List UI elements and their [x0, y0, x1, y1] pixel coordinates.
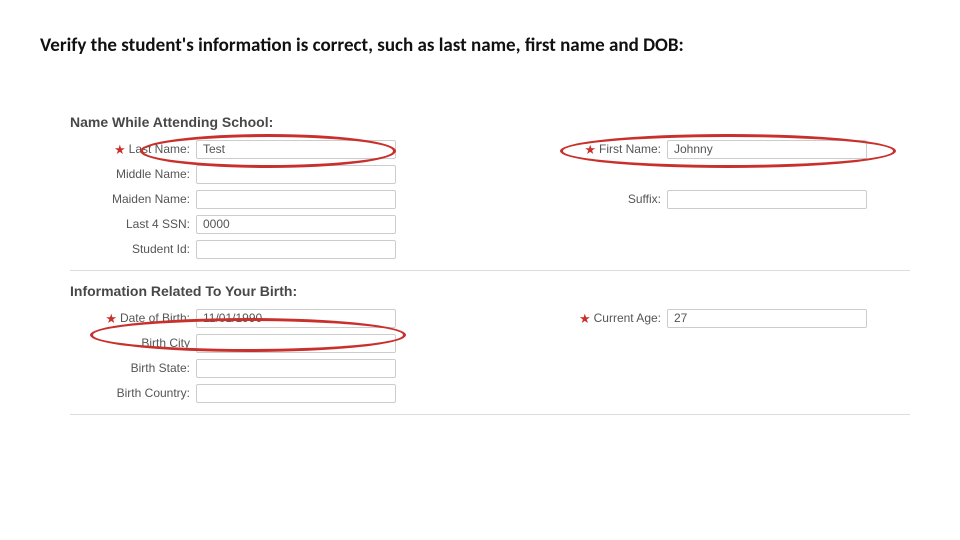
section-heading-name: Name While Attending School: — [70, 114, 910, 130]
first-name-label-text: First Name: — [599, 142, 661, 156]
suffix-input[interactable] — [667, 190, 867, 209]
birth-city-input[interactable] — [196, 334, 396, 353]
instruction-text: Verify the student's information is corr… — [40, 34, 684, 57]
birth-country-label: Birth Country: — [70, 386, 196, 400]
last-name-input[interactable] — [196, 140, 396, 159]
ssn-label: Last 4 SSN: — [70, 217, 196, 231]
row-ssn: Last 4 SSN: — [70, 213, 910, 235]
required-star-icon: ★ — [105, 311, 117, 326]
student-id-input[interactable] — [196, 240, 396, 259]
maiden-name-input[interactable] — [196, 190, 396, 209]
row-birth-state: Birth State: — [70, 357, 910, 379]
last-name-label-text: Last Name: — [129, 142, 190, 156]
dob-input[interactable] — [196, 309, 396, 328]
ssn-input[interactable] — [196, 215, 396, 234]
row-birth-country: Birth Country: — [70, 382, 910, 404]
suffix-label: Suffix: — [561, 192, 667, 206]
section-divider — [70, 414, 910, 415]
maiden-name-label: Maiden Name: — [70, 192, 196, 206]
row-birth-city: Birth City — [70, 332, 910, 354]
student-id-label: Student Id: — [70, 242, 196, 256]
birth-country-input[interactable] — [196, 384, 396, 403]
current-age-input[interactable] — [667, 309, 867, 328]
row-last-first: ★Last Name: ★First Name: — [70, 138, 910, 160]
row-maiden-suffix: Maiden Name: Suffix: — [70, 188, 910, 210]
middle-name-label: Middle Name: — [70, 167, 196, 181]
required-star-icon: ★ — [114, 142, 126, 157]
dob-label-text: Date of Birth: — [120, 311, 190, 325]
row-dob-age: ★Date of Birth: ★Current Age: — [70, 307, 910, 329]
section-heading-birth: Information Related To Your Birth: — [70, 283, 910, 299]
required-star-icon: ★ — [579, 311, 591, 326]
current-age-label-text: Current Age: — [594, 311, 661, 325]
last-name-label: ★Last Name: — [70, 141, 196, 157]
section-divider — [70, 270, 910, 271]
row-student-id: Student Id: — [70, 238, 910, 260]
birth-city-label: Birth City — [70, 336, 196, 350]
student-form: Name While Attending School: ★Last Name:… — [70, 110, 910, 427]
middle-name-input[interactable] — [196, 165, 396, 184]
row-middle-name: Middle Name: — [70, 163, 910, 185]
first-name-label: ★First Name: — [561, 141, 667, 157]
dob-label: ★Date of Birth: — [70, 310, 196, 326]
birth-state-input[interactable] — [196, 359, 396, 378]
current-age-label: ★Current Age: — [561, 310, 667, 326]
birth-state-label: Birth State: — [70, 361, 196, 375]
first-name-input[interactable] — [667, 140, 867, 159]
required-star-icon: ★ — [584, 142, 596, 157]
